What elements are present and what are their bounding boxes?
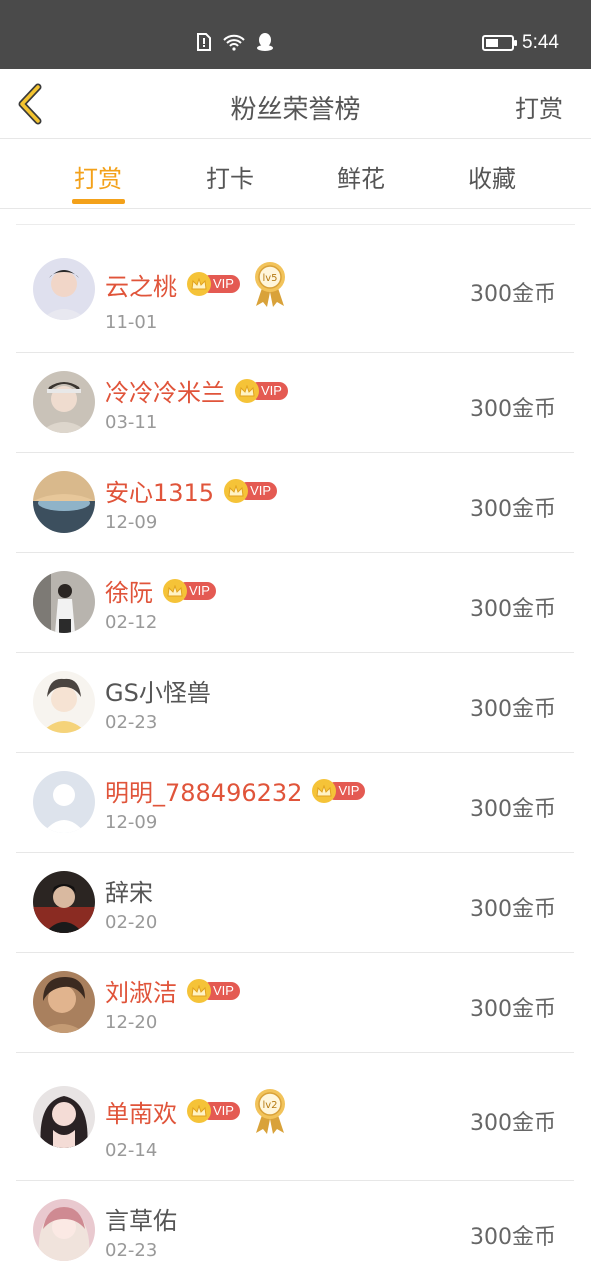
status-bar: 5:44: [0, 0, 591, 69]
date: 11-01: [105, 312, 158, 333]
date: 02-23: [105, 1240, 158, 1261]
amount: 300金币: [470, 797, 556, 822]
list-item[interactable]: 明明_788496232 VIP 12-09 300金币: [16, 753, 574, 853]
date: 12-09: [105, 812, 158, 833]
amount: 300金币: [470, 282, 556, 307]
avatar: [33, 771, 95, 833]
list-item[interactable]: 刘淑洁 VIP 12-20 300金币: [16, 953, 574, 1053]
qq-icon: [257, 33, 273, 51]
level-medal-icon: lv2: [254, 1089, 285, 1134]
tip-button[interactable]: 打赏: [515, 89, 563, 124]
vip-badge: VIP: [235, 378, 288, 403]
date: 12-20: [105, 1012, 158, 1033]
amount: 300金币: [470, 697, 556, 722]
name-line: 言草佑: [105, 1201, 177, 1236]
name-line: GS小怪兽: [105, 673, 211, 708]
date: 02-20: [105, 912, 158, 933]
avatar: [33, 671, 95, 733]
crown-icon: [235, 378, 259, 403]
avatar: [33, 871, 95, 933]
status-right: 5:44: [482, 32, 559, 54]
list-item[interactable]: 冷冷冷米兰 VIP 03-11 300金币: [16, 353, 574, 453]
amount: 300金币: [470, 897, 556, 922]
battery-icon: [482, 35, 518, 51]
sim-alert-icon: [197, 33, 211, 51]
avatar: [33, 571, 95, 633]
crown-icon: [187, 1099, 211, 1123]
list-item[interactable]: 安心1315 VIP 12-09 300金币: [16, 453, 574, 553]
medal-label: lv2: [262, 1100, 277, 1111]
amount: 300金币: [470, 997, 556, 1022]
name-line: 安心1315 VIP: [105, 473, 278, 508]
list-item[interactable]: 辞宋 02-20 300金币: [16, 853, 574, 953]
list-item[interactable]: 云之桃 VIP lv5 11-01 300金币: [16, 226, 574, 353]
avatar: [33, 1199, 95, 1261]
crown-icon: [187, 272, 211, 296]
name-line: 明明_788496232 VIP: [105, 773, 366, 808]
vip-badge: VIP: [187, 272, 240, 296]
date: 03-11: [105, 412, 158, 433]
name-line: 单南欢 VIP lv2: [105, 1087, 288, 1135]
status-icons: [196, 32, 274, 52]
tab-flowers[interactable]: 鲜花: [321, 159, 401, 194]
active-tab-indicator: [72, 199, 125, 204]
amount: 300金币: [470, 597, 556, 622]
user-name[interactable]: 言草佑: [105, 1201, 177, 1236]
header: 粉丝荣誉榜 打赏: [0, 69, 591, 139]
avatar: [33, 1086, 95, 1148]
date: 02-12: [105, 612, 158, 633]
date: 02-14: [105, 1140, 158, 1161]
list-item[interactable]: 徐阮 VIP 02-12 300金币: [16, 553, 574, 653]
vip-badge: VIP: [224, 478, 278, 503]
medal-label: lv5: [262, 273, 277, 284]
avatar: [33, 471, 95, 533]
status-time: 5:44: [522, 32, 559, 53]
name-line: 冷冷冷米兰 VIP: [105, 373, 288, 408]
name-line: 辞宋: [105, 873, 153, 908]
avatar: [33, 371, 95, 433]
tab-favorites[interactable]: 收藏: [452, 159, 532, 194]
amount: 300金币: [470, 1225, 556, 1250]
crown-icon: [187, 978, 211, 1003]
crown-icon: [224, 478, 249, 503]
divider: [16, 224, 575, 225]
name-line: 徐阮 VIP: [105, 573, 216, 608]
name-line: 刘淑洁 VIP: [105, 973, 240, 1008]
user-name[interactable]: 辞宋: [105, 873, 153, 908]
vip-badge: VIP: [187, 1099, 240, 1123]
tab-tip[interactable]: 打赏: [58, 159, 138, 194]
wifi-icon: [223, 34, 245, 51]
vip-badge: VIP: [163, 578, 216, 603]
user-name[interactable]: 刘淑洁: [105, 973, 177, 1008]
user-name[interactable]: 单南欢: [105, 1094, 177, 1129]
tab-bar: 打赏 打卡 鲜花 收藏: [0, 139, 591, 209]
crown-icon: [163, 578, 187, 603]
amount: 300金币: [470, 397, 556, 422]
avatar: [33, 971, 95, 1033]
level-medal-icon: lv5: [254, 262, 285, 307]
user-name[interactable]: 云之桃: [105, 267, 177, 302]
page-title: 粉丝荣誉榜: [230, 95, 361, 125]
date: 12-09: [105, 512, 158, 533]
crown-icon: [312, 778, 337, 803]
avatar: [33, 258, 95, 320]
user-name[interactable]: 冷冷冷米兰: [105, 373, 225, 408]
user-name[interactable]: 徐阮: [105, 573, 153, 608]
user-name[interactable]: GS小怪兽: [105, 673, 211, 708]
amount: 300金币: [470, 1111, 556, 1136]
user-name[interactable]: 明明_788496232: [105, 773, 302, 808]
list-item[interactable]: 言草佑 02-23 300金币: [16, 1181, 574, 1280]
list-item[interactable]: GS小怪兽 02-23 300金币: [16, 653, 574, 753]
tab-checkin[interactable]: 打卡: [190, 159, 270, 194]
list-item[interactable]: 单南欢 VIP lv2 02-14 300金币: [16, 1053, 574, 1181]
vip-badge: VIP: [187, 978, 240, 1003]
amount: 300金币: [470, 497, 556, 522]
user-name[interactable]: 安心1315: [105, 473, 214, 508]
name-line: 云之桃 VIP lv5: [105, 260, 288, 308]
date: 02-23: [105, 712, 158, 733]
vip-badge: VIP: [312, 778, 366, 803]
